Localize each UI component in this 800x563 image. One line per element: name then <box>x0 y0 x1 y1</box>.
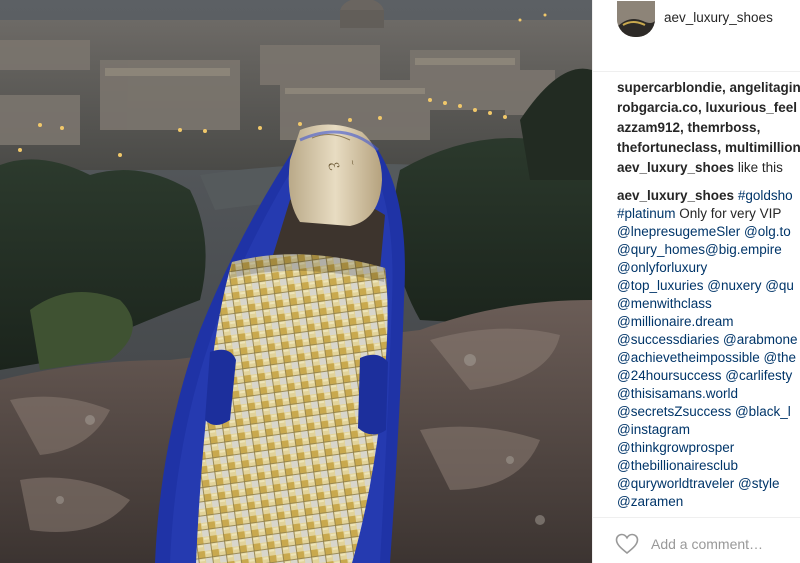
mention-link[interactable]: @successdiaries @arabmone <box>617 332 797 347</box>
likes-line: supercarblondie, angelitagin <box>617 78 800 98</box>
caption-line: @zaramen <box>617 493 800 511</box>
likes-line: aev_luxury_shoes like this <box>617 158 800 178</box>
heart-icon[interactable] <box>615 533 639 555</box>
caption-line: @thinkgrowprosper <box>617 439 800 457</box>
post-details-panel: aev_luxury_shoes supercarblondie, angeli… <box>592 0 800 563</box>
liker-username[interactable]: aev_luxury_shoes <box>617 160 734 175</box>
liker-username[interactable]: multimillion <box>721 140 800 155</box>
mention-link[interactable]: @thebillionairesclub <box>617 458 738 473</box>
caption-line: @successdiaries @arabmone <box>617 331 800 349</box>
caption-line: @quryworldtraveler @style <box>617 475 800 493</box>
post-photo[interactable]: ℰ ~ <box>0 0 592 563</box>
caption-line: @lnepresugemeSler @olg.to <box>617 223 800 241</box>
caption-line: @thisisamans.world <box>617 385 800 403</box>
caption-line: @qury_homes@big.empire <box>617 241 800 259</box>
caption-line: @menwithclass <box>617 295 800 313</box>
caption-line: @top_luxuries @nuxery @qu <box>617 277 800 295</box>
mention-link[interactable]: @thinkgrowprosper <box>617 440 734 455</box>
post-header: aev_luxury_shoes <box>593 0 800 72</box>
caption-line: @achievetheimpossible @the <box>617 349 800 367</box>
likes-section: supercarblondie, angelitagin robgarcia.c… <box>617 78 800 178</box>
hashtag-link[interactable]: #goldsho <box>738 188 793 203</box>
mention-link[interactable]: @qury_homes@big.empire <box>617 242 782 257</box>
avatar-image <box>617 1 655 37</box>
mention-link[interactable]: @thisisamans.world <box>617 386 738 401</box>
liker-username[interactable]: angelitagin <box>726 80 800 95</box>
add-comment-input[interactable] <box>651 532 800 556</box>
post-caption: aev_luxury_shoes #goldsho #platinum Only… <box>617 187 800 511</box>
caption-first-line: aev_luxury_shoes #goldsho <box>617 187 800 205</box>
mention-link[interactable]: @menwithclass <box>617 296 712 311</box>
liker-username[interactable]: azzam912, <box>617 120 684 135</box>
likes-line: thefortuneclass, multimillion <box>617 138 800 158</box>
mention-link[interactable]: @zaramen <box>617 494 683 509</box>
post-author-username[interactable]: aev_luxury_shoes <box>664 10 773 25</box>
likes-line: robgarcia.co, luxurious_feel <box>617 98 800 118</box>
mention-link[interactable]: @millionaire.dream <box>617 314 734 329</box>
likes-line: azzam912, themrboss, <box>617 118 800 138</box>
mention-link[interactable]: @lnepresugemeSler @olg.to <box>617 224 791 239</box>
mention-link[interactable]: @instagram <box>617 422 690 437</box>
mention-link[interactable]: #platinum <box>617 206 676 221</box>
caption-author[interactable]: aev_luxury_shoes <box>617 188 734 203</box>
caption-line: @24hoursuccess @carlifesty <box>617 367 800 385</box>
caption-line: @instagram <box>617 421 800 439</box>
comment-bar <box>593 517 800 563</box>
caption-line: @thebillionairesclub <box>617 457 800 475</box>
avatar[interactable] <box>617 1 655 37</box>
mention-link[interactable]: @quryworldtraveler @style <box>617 476 779 491</box>
caption-text: Only for very VIP <box>675 206 782 221</box>
mention-link[interactable]: @onlyforluxury <box>617 260 707 275</box>
mention-link[interactable]: @24hoursuccess @carlifesty <box>617 368 792 383</box>
caption-line: @secretsZsuccess @black_l <box>617 403 800 421</box>
liker-username[interactable]: supercarblondie, <box>617 80 726 95</box>
caption-line: @onlyforluxury <box>617 259 800 277</box>
caption-line: #platinum Only for very VIP <box>617 205 800 223</box>
mention-link[interactable]: @top_luxuries @nuxery @qu <box>617 278 794 293</box>
liker-username[interactable]: thefortuneclass, <box>617 140 721 155</box>
mention-link[interactable]: @secretsZsuccess @black_l <box>617 404 791 419</box>
liker-username[interactable]: themrboss, <box>684 120 761 135</box>
likes-suffix: like this <box>734 160 783 175</box>
liker-username[interactable]: robgarcia.co, <box>617 100 702 115</box>
mention-link[interactable]: @achievetheimpossible @the <box>617 350 796 365</box>
caption-line: @millionaire.dream <box>617 313 800 331</box>
liker-username[interactable]: luxurious_feel <box>702 100 798 115</box>
shoe-photo-illustration: ℰ ~ <box>0 0 592 563</box>
